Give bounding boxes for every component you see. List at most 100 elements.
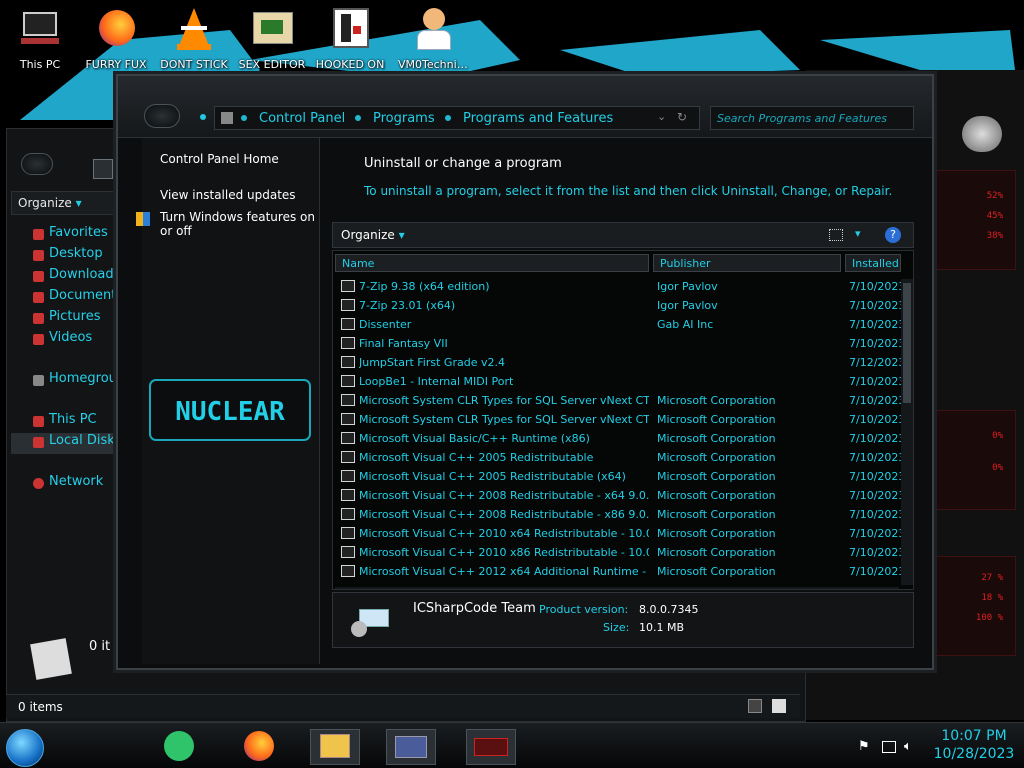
program-row[interactable]: 7-Zip 23.01 (x64) Igor Pavlov 7/10/2023 bbox=[333, 296, 901, 315]
chevron-down-icon[interactable]: ⌄ bbox=[657, 110, 666, 123]
network-tray-icon[interactable] bbox=[882, 741, 896, 753]
programs-and-features-window: Control Panel Programs Programs and Feat… bbox=[116, 74, 934, 670]
program-name: LoopBe1 - Internal MIDI Port bbox=[359, 375, 514, 388]
taskbar-gadget[interactable] bbox=[466, 729, 516, 765]
program-row[interactable]: Dissenter Gab AI Inc 7/10/2023 bbox=[333, 315, 901, 334]
program-icon bbox=[341, 375, 355, 387]
chevron-down-icon[interactable]: ▾ bbox=[855, 227, 861, 240]
program-installed-date: 7/10/2023 bbox=[849, 375, 901, 388]
program-installed-date: 7/10/2023 bbox=[849, 337, 901, 350]
program-installed-date: 7/10/2023 bbox=[849, 489, 901, 502]
refresh-icon[interactable]: ↻ bbox=[677, 110, 687, 124]
picture-icon bbox=[33, 313, 44, 324]
vertical-scrollbar[interactable] bbox=[901, 279, 913, 585]
scrollbar-thumb[interactable] bbox=[903, 283, 911, 403]
document-icon bbox=[33, 292, 44, 303]
program-publisher: Microsoft Corporation bbox=[657, 527, 776, 540]
column-header-installed-on[interactable]: Installed O bbox=[845, 254, 901, 272]
column-header-name[interactable]: Name bbox=[335, 254, 649, 272]
nav-downloads[interactable]: Downloads bbox=[11, 267, 123, 288]
desktop-icon-vm0[interactable]: VM0Technic... bbox=[398, 6, 470, 71]
game-icon bbox=[327, 6, 373, 52]
tiles-view-icon[interactable] bbox=[772, 699, 786, 713]
horizontal-scrollbar[interactable] bbox=[335, 587, 899, 589]
desktop-icon-this-pc[interactable]: This PC bbox=[4, 6, 76, 71]
taskbar-dissenter[interactable] bbox=[154, 729, 204, 765]
search-input[interactable]: Search Programs and Features bbox=[710, 106, 914, 130]
nav-desktop[interactable]: Desktop bbox=[11, 246, 123, 267]
nav-network[interactable]: Network bbox=[11, 474, 123, 495]
program-row[interactable]: Microsoft Visual C++ 2005 Redistributabl… bbox=[333, 467, 901, 486]
flag-icon[interactable]: ⚑ bbox=[858, 739, 870, 754]
program-row[interactable]: Microsoft Visual C++ 2010 x64 Redistribu… bbox=[333, 524, 901, 543]
program-row[interactable]: Microsoft Visual C++ 2008 Redistributabl… bbox=[333, 486, 901, 505]
back-button[interactable] bbox=[144, 104, 180, 128]
program-name: Dissenter bbox=[359, 318, 412, 331]
taskbar-explorer[interactable] bbox=[310, 729, 360, 765]
program-publisher: Microsoft Corporation bbox=[657, 489, 776, 502]
view-options-icon[interactable] bbox=[829, 229, 843, 241]
publisher-name: ICSharpCode Team bbox=[413, 601, 536, 616]
nav-local-disk[interactable]: Local Disk bbox=[11, 433, 123, 454]
breadcrumb-control-panel[interactable]: Control Panel bbox=[259, 111, 345, 126]
desktop-icon-hxd[interactable]: SEX EDITOR bbox=[236, 6, 308, 71]
page-title: Uninstall or change a program bbox=[364, 156, 562, 171]
breadcrumb-programs-and-features[interactable]: Programs and Features bbox=[463, 111, 613, 126]
windows-features-link[interactable]: Turn Windows features on or off bbox=[160, 210, 318, 238]
program-installed-date: 7/10/2023 bbox=[849, 299, 901, 312]
program-installed-date: 7/10/2023 bbox=[849, 318, 901, 331]
items-count: 0 it bbox=[89, 639, 111, 654]
program-row[interactable]: Microsoft System CLR Types for SQL Serve… bbox=[333, 410, 901, 429]
column-header-publisher[interactable]: Publisher bbox=[653, 254, 841, 272]
taskbar-control-panel[interactable] bbox=[386, 729, 436, 765]
volume-icon[interactable]: 🔈︎ bbox=[904, 739, 912, 754]
taskbar-firefox[interactable] bbox=[234, 729, 284, 765]
program-row[interactable]: LoopBe1 - Internal MIDI Port 7/10/2023 bbox=[333, 372, 901, 391]
program-icon bbox=[341, 489, 355, 501]
program-publisher: Microsoft Corporation bbox=[657, 508, 776, 521]
clock[interactable]: 10:07 PM 10/28/2023 bbox=[928, 727, 1020, 763]
start-button[interactable] bbox=[6, 729, 44, 767]
nav-homegroup[interactable]: Homegroup bbox=[11, 371, 123, 392]
page-description: To uninstall a program, select it from t… bbox=[364, 184, 893, 198]
firefox-icon bbox=[244, 731, 274, 761]
control-panel-home-link[interactable]: Control Panel Home bbox=[160, 152, 318, 166]
breadcrumb[interactable]: Control Panel Programs Programs and Feat… bbox=[214, 106, 700, 130]
details-view-icon[interactable] bbox=[748, 699, 762, 713]
desktop-icon-firefox[interactable]: FURRY FUX bbox=[80, 6, 152, 71]
organize-button[interactable]: Organize ▾ bbox=[11, 191, 125, 215]
program-row[interactable]: 7-Zip 9.38 (x64 edition) Igor Pavlov 7/10/… bbox=[333, 277, 901, 296]
program-icon bbox=[341, 432, 355, 444]
program-publisher: Microsoft Corporation bbox=[657, 546, 776, 559]
program-row[interactable]: Microsoft Visual C++ 2008 Redistributabl… bbox=[333, 505, 901, 524]
shield-icon bbox=[136, 212, 150, 226]
back-icon[interactable] bbox=[21, 153, 53, 175]
desktop-icon-label: VM0Technic... bbox=[398, 58, 470, 71]
gadget-value: 52% bbox=[986, 191, 1003, 201]
video-icon bbox=[33, 334, 44, 345]
program-row[interactable]: JumpStart First Grade v2.4 7/12/2023 bbox=[333, 353, 901, 372]
program-icon bbox=[341, 299, 355, 311]
desktop-icon-game[interactable]: HOOKED ON bbox=[314, 6, 386, 71]
view-installed-updates-link[interactable]: View installed updates bbox=[160, 188, 318, 202]
program-row[interactable]: Microsoft Visual C++ 2005 Redistributabl… bbox=[333, 448, 901, 467]
desktop-icon-vlc[interactable]: DONT STICK bbox=[158, 6, 230, 71]
nav-this-pc[interactable]: This PC bbox=[11, 412, 123, 433]
clock-date: 10/28/2023 bbox=[933, 746, 1015, 762]
nav-documents[interactable]: Documents bbox=[11, 288, 123, 309]
program-row[interactable]: Final Fantasy VII 7/10/2023 bbox=[333, 334, 901, 353]
nav-videos[interactable]: Videos bbox=[11, 330, 123, 351]
svg-text:NUCLEAR: NUCLEAR bbox=[175, 397, 285, 427]
program-installed-date: 7/10/2023 bbox=[849, 451, 901, 464]
breadcrumb-programs[interactable]: Programs bbox=[373, 111, 435, 126]
program-row[interactable]: Microsoft Visual C++ 2012 x64 Additional… bbox=[333, 562, 901, 581]
program-row[interactable]: Microsoft Visual C++ 2010 x86 Redistribu… bbox=[333, 543, 901, 562]
program-row[interactable]: Microsoft System CLR Types for SQL Serve… bbox=[333, 391, 901, 410]
nav-favorites[interactable]: Favorites bbox=[11, 225, 123, 246]
details-pane: ICSharpCode Team Product version: 8.0.0.… bbox=[332, 592, 914, 648]
program-row[interactable]: Microsoft Visual Basic/C++ Runtime (x86)… bbox=[333, 429, 901, 448]
nav-pictures[interactable]: Pictures bbox=[11, 309, 123, 330]
program-list: Name Publisher Installed O 7-Zip 9.38 (x… bbox=[332, 250, 914, 590]
organize-button[interactable]: Organize ▾ bbox=[341, 228, 405, 242]
help-icon[interactable]: ? bbox=[885, 227, 901, 243]
